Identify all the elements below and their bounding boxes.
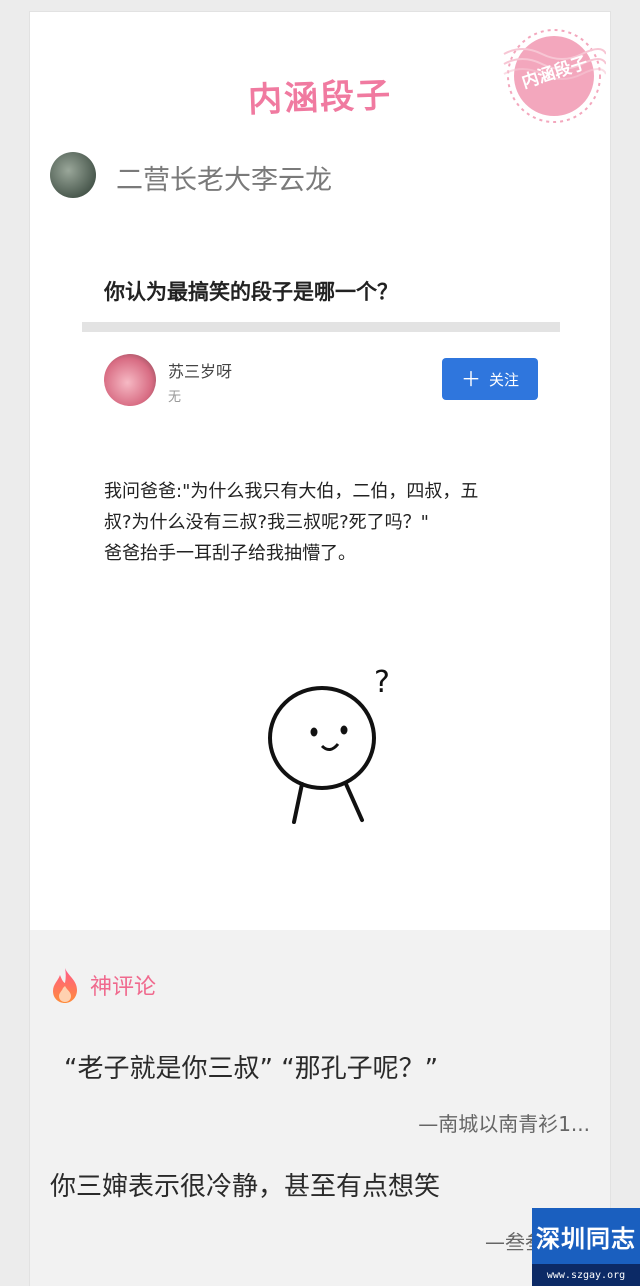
answerer-avatar — [104, 354, 156, 406]
answer-text: 我问爸爸:"为什么我只有大伯，二伯，四叔，五 叔?为什么没有三叔?我三叔呢?死了… — [104, 476, 544, 569]
hot-comments-title: 神评论 — [90, 975, 157, 1000]
postmark-stamp-icon: 内涵段子 — [502, 24, 607, 128]
author-avatar[interactable] — [50, 152, 96, 198]
answer-line: 叔?为什么没有三叔?我三叔呢?死了吗？" — [104, 512, 429, 533]
answerer-name: 苏三岁呀 — [168, 362, 233, 381]
author-name[interactable]: 二营长老大李云龙 — [116, 158, 332, 197]
comment-text: “老子就是你三叔” “那孔子呢？” — [64, 1054, 439, 1084]
watermark-name: 深圳同志 — [532, 1208, 640, 1264]
comment-author[interactable]: —南城以南青衫1... — [418, 1108, 590, 1137]
question-mark: ? — [374, 665, 390, 700]
hot-comments-section: 神评论 “老子就是你三叔” “那孔子呢？” —南城以南青衫1... 你三婶表示很… — [30, 930, 610, 1286]
comment-text: 你三婶表示很冷静，甚至有点想笑 — [50, 1172, 441, 1202]
answerer-subtitle: 无 — [168, 390, 182, 405]
watermark-url: www.szgay.org — [532, 1264, 640, 1286]
site-watermark: 深圳同志 www.szgay.org — [532, 1208, 640, 1286]
post-card: 内涵段子 内涵段子 二营长老大李云龙 你认为最搞笑的段子是哪一个？ 苏三岁呀 无… — [30, 12, 610, 1286]
confused-face-doodle-icon: ? — [268, 665, 390, 824]
question-title: 你认为最搞笑的段子是哪一个？ — [104, 280, 398, 304]
hot-comments-header: 神评论 — [50, 966, 156, 1004]
follow-button: ＋ 关注 — [442, 358, 538, 400]
answer-line: 爸爸抬手一耳刮子给我抽懵了。 — [104, 543, 356, 564]
fire-icon — [53, 968, 77, 1003]
answer-line: 我问爸爸:"为什么我只有大伯，二伯，四叔，五 — [104, 481, 479, 502]
divider — [82, 322, 560, 332]
post-image: 你认为最搞笑的段子是哪一个？ 苏三岁呀 无 ＋ 关注 我问爸爸:"为什么我只有大… — [82, 250, 560, 890]
follow-label: 关注 — [488, 370, 519, 389]
plus-icon: ＋ — [460, 367, 481, 391]
